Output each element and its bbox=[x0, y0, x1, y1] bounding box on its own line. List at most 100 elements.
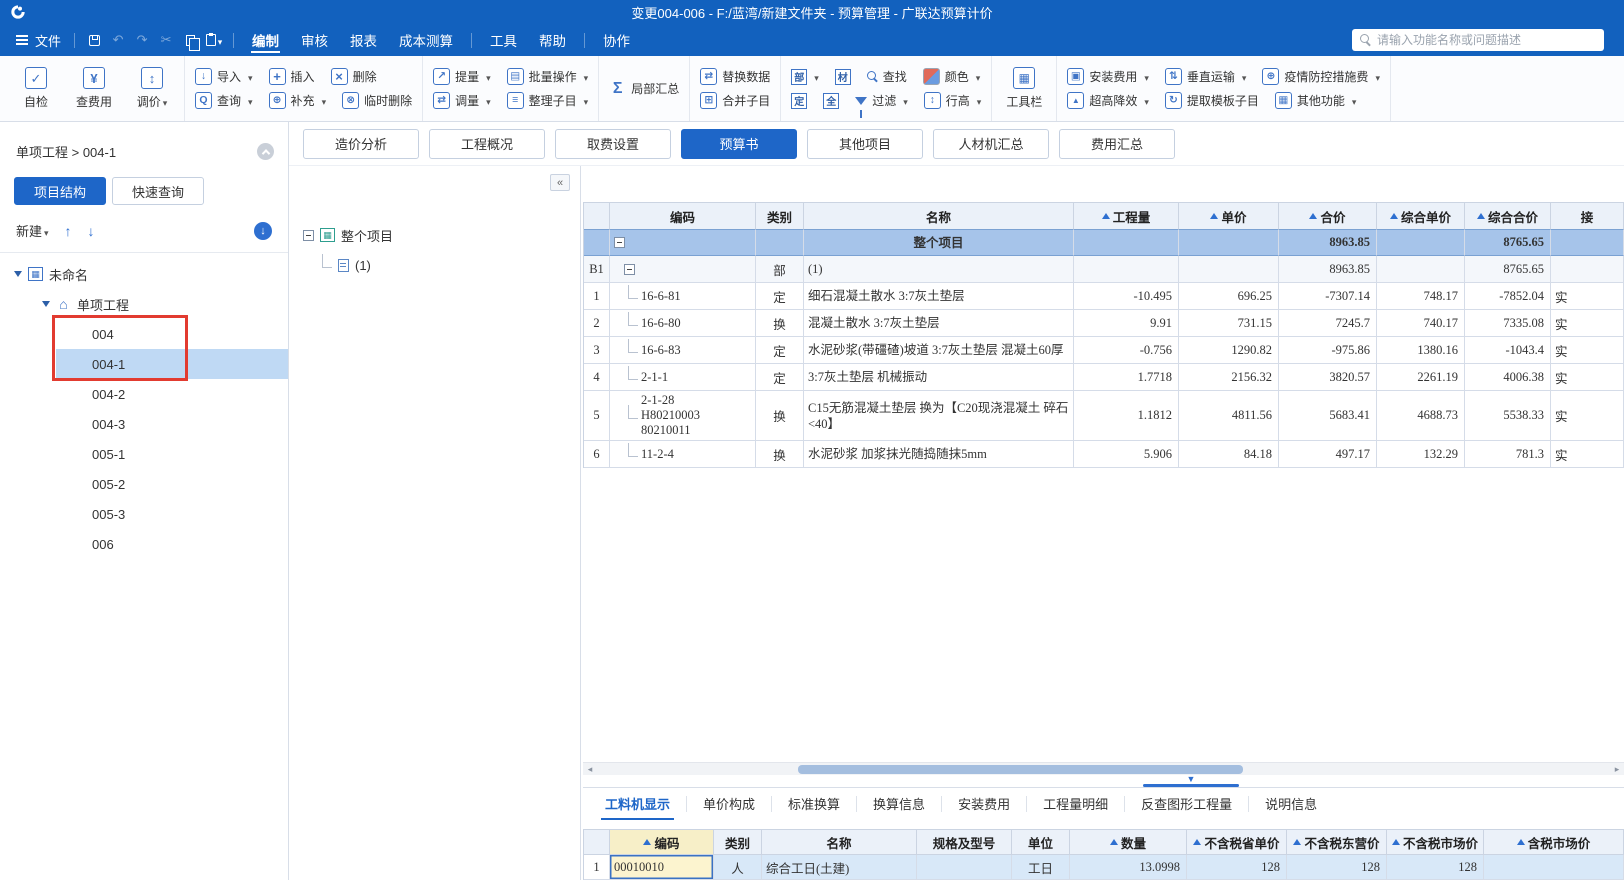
tab-reverse-lookup[interactable]: 反查图形工程量 bbox=[1125, 795, 1250, 812]
table-row[interactable]: 1 16-6-81 定 细石混凝土散水 3:7灰土垫层 -10.495 696.… bbox=[584, 283, 1624, 310]
col-header-name[interactable]: 名称 bbox=[762, 830, 917, 855]
total-price-cell[interactable]: 8963.85 bbox=[1279, 229, 1377, 256]
install-fee-button[interactable]: 安装费用 bbox=[1067, 68, 1149, 85]
col-header-unit-price[interactable]: 单价 bbox=[1179, 203, 1279, 230]
clipped-cell[interactable]: 实 bbox=[1551, 441, 1624, 468]
epidemic-fee-button[interactable]: 疫情防控措施费 bbox=[1262, 68, 1380, 85]
color-button[interactable]: 颜色 bbox=[922, 68, 981, 85]
col-header-name[interactable]: 名称 bbox=[804, 203, 1074, 230]
undo-button[interactable]: ↶ bbox=[106, 29, 130, 51]
quantity-cell[interactable] bbox=[1074, 256, 1179, 283]
splitter-handle[interactable]: ▼ bbox=[1143, 775, 1239, 787]
view-bu-button[interactable]: 部 bbox=[791, 68, 819, 85]
unit-price-cell[interactable] bbox=[1179, 229, 1279, 256]
code-cell[interactable]: 16-6-80 bbox=[610, 310, 756, 337]
comp-unit-price-cell[interactable]: 1380.16 bbox=[1377, 337, 1465, 364]
paste-button[interactable] bbox=[202, 29, 226, 51]
tab-fee-summary[interactable]: 费用汇总 bbox=[1059, 128, 1175, 159]
province-price-cell[interactable]: 128 bbox=[1187, 855, 1287, 880]
code-cell[interactable]: 16-6-83 bbox=[610, 337, 756, 364]
horizontal-scrollbar[interactable]: ◂ ▸ bbox=[583, 762, 1624, 775]
quantity-cell[interactable]: 1.7718 bbox=[1074, 364, 1179, 391]
collapse-panel-button[interactable] bbox=[257, 143, 274, 160]
tab-other-items[interactable]: 其他项目 bbox=[807, 128, 923, 159]
import-button[interactable]: 导入 bbox=[195, 68, 253, 85]
comp-unit-price-cell[interactable] bbox=[1377, 256, 1465, 283]
col-header-taxed-market-price[interactable]: 含税市场价 bbox=[1484, 830, 1624, 855]
clipped-cell[interactable]: 实 bbox=[1551, 310, 1624, 337]
code-cell[interactable] bbox=[610, 256, 756, 283]
comp-unit-price-cell[interactable]: 4688.73 bbox=[1377, 391, 1465, 441]
redo-button[interactable]: ↷ bbox=[130, 29, 154, 51]
col-header-comp-total-price[interactable]: 综合合价 bbox=[1465, 203, 1551, 230]
replace-data-button[interactable]: 替换数据 bbox=[700, 68, 770, 85]
quantity-cell[interactable]: -10.495 bbox=[1074, 283, 1179, 310]
col-header-clipped[interactable]: 接 bbox=[1551, 203, 1624, 230]
table-row[interactable]: 2 16-6-80 换 混凝土散水 3:7灰土垫层 9.91 731.15 72… bbox=[584, 310, 1624, 337]
name-cell[interactable]: 混凝土散水 3:7灰土垫层 bbox=[804, 310, 1074, 337]
total-price-cell[interactable]: 3820.57 bbox=[1279, 364, 1377, 391]
other-functions-button[interactable]: 其他功能 bbox=[1274, 92, 1357, 109]
unit-price-cell[interactable]: 2156.32 bbox=[1179, 364, 1279, 391]
batch-operation-button[interactable]: 批量操作 bbox=[506, 68, 589, 85]
view-quan-button[interactable]: 全 bbox=[823, 92, 840, 109]
tree-node-005-2[interactable]: 005-2 bbox=[56, 469, 288, 499]
comp-total-price-cell[interactable]: -1043.4 bbox=[1465, 337, 1551, 364]
tab-project-overview[interactable]: 工程概况 bbox=[429, 128, 545, 159]
name-cell[interactable]: C15无筋混凝土垫层 换为【C20现浇混凝土 碎石<40】 bbox=[804, 391, 1074, 441]
spec-cell[interactable] bbox=[917, 855, 1012, 880]
tree-node-004-2[interactable]: 004-2 bbox=[56, 379, 288, 409]
supplement-button[interactable]: 补充 bbox=[268, 92, 327, 109]
tab-description-info[interactable]: 说明信息 bbox=[1249, 796, 1333, 812]
toolbar-panel-button[interactable]: 工具栏 bbox=[1002, 67, 1046, 110]
check-cost-button[interactable]: 查费用 bbox=[72, 67, 116, 110]
row-number-cell[interactable]: 1 bbox=[584, 855, 610, 880]
clipped-cell[interactable]: 实 bbox=[1551, 391, 1624, 441]
table-row-whole-project[interactable]: 整个项目 8963.85 8765.65 bbox=[584, 229, 1624, 256]
col-header-unit[interactable]: 单位 bbox=[1012, 830, 1070, 855]
table-row[interactable]: 6 11-2-4 换 水泥砂浆 加浆抹光随捣随抹5mm 5.906 84.18 … bbox=[584, 441, 1624, 468]
menu-baobiao[interactable]: 报表 bbox=[339, 24, 388, 56]
comp-unit-price-cell[interactable]: 132.29 bbox=[1377, 441, 1465, 468]
code-cell[interactable]: 2-1-1 bbox=[610, 364, 756, 391]
category-cell[interactable]: 换 bbox=[756, 310, 804, 337]
comp-total-price-cell[interactable]: 7335.08 bbox=[1465, 310, 1551, 337]
row-number-cell[interactable]: 3 bbox=[584, 337, 610, 364]
unit-price-cell[interactable]: 731.15 bbox=[1179, 310, 1279, 337]
file-menu[interactable]: 文件 bbox=[10, 31, 67, 50]
unit-cell[interactable]: 工日 bbox=[1012, 855, 1070, 880]
total-price-cell[interactable]: -975.86 bbox=[1279, 337, 1377, 364]
delete-button[interactable]: 删除 bbox=[330, 68, 377, 85]
category-cell[interactable]: 换 bbox=[756, 441, 804, 468]
scrollbar-thumb[interactable] bbox=[798, 765, 1243, 774]
row-number-cell[interactable]: B1 bbox=[584, 256, 610, 283]
row-number-cell[interactable]: 6 bbox=[584, 441, 610, 468]
comp-unit-price-cell[interactable]: 740.17 bbox=[1377, 310, 1465, 337]
download-button[interactable]: ↓ bbox=[254, 221, 272, 240]
tab-quick-query[interactable]: 快速查询 bbox=[112, 177, 204, 205]
view-cai-button[interactable]: 材 bbox=[834, 68, 851, 85]
super-high-button[interactable]: 超高降效 bbox=[1067, 92, 1149, 109]
col-header-quantity[interactable]: 工程量 bbox=[1074, 203, 1179, 230]
col-header-spec[interactable]: 规格及型号 bbox=[917, 830, 1012, 855]
merge-items-button[interactable]: 合并子目 bbox=[700, 92, 770, 109]
view-ding-button[interactable]: 定 bbox=[791, 92, 808, 109]
move-up-button[interactable]: ↑ bbox=[65, 223, 72, 239]
col-header-comp-unit-price[interactable]: 综合单价 bbox=[1377, 203, 1465, 230]
category-cell[interactable]: 人 bbox=[714, 855, 762, 880]
table-row-section[interactable]: B1 部 (1) 8963.85 8765.65 bbox=[584, 256, 1624, 283]
row-number-cell[interactable]: 4 bbox=[584, 364, 610, 391]
col-header-market-price[interactable]: 不含税市场价 bbox=[1387, 830, 1484, 855]
name-cell[interactable]: 3:7灰土垫层 机械振动 bbox=[804, 364, 1074, 391]
global-search[interactable] bbox=[1352, 29, 1604, 51]
code-cell[interactable]: 16-6-81 bbox=[610, 283, 756, 310]
tab-labor-material-summary[interactable]: 人材机汇总 bbox=[933, 128, 1049, 159]
name-cell[interactable]: 整个项目 bbox=[804, 229, 1074, 256]
col-header-category[interactable]: 类别 bbox=[756, 203, 804, 230]
comp-total-price-cell[interactable]: 4006.38 bbox=[1465, 364, 1551, 391]
labor-material-row[interactable]: 1 00010010 人 综合工日(土建) 工日 13.0998 128 128… bbox=[584, 855, 1624, 880]
tab-fee-settings[interactable]: 取费设置 bbox=[555, 128, 671, 159]
menu-bianzhi[interactable]: 编制 bbox=[241, 24, 290, 56]
total-price-cell[interactable]: -7307.14 bbox=[1279, 283, 1377, 310]
query-button[interactable]: 查询 bbox=[195, 92, 253, 109]
